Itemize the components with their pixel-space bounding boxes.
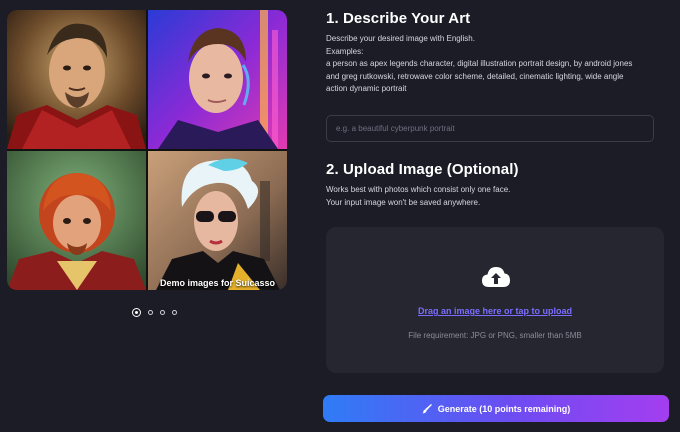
pagination-dot-2[interactable] [148,310,153,315]
upload-heading: 2. Upload Image (Optional) [326,161,519,178]
generate-button-label: Generate (10 points remaining) [437,403,571,414]
demo-image-2 [148,10,287,149]
pagination-dot-1[interactable] [132,308,141,317]
describe-line-5: action dynamic portrait [326,84,407,93]
describe-line-3: a person as apex legends character, digi… [326,59,633,68]
page: Demo images for Suicasso 1. Describe You… [0,0,680,432]
upload-link[interactable]: Drag an image here or tap to upload [326,306,664,316]
describe-instructions: Describe your desired image with English… [326,33,664,96]
upload-line-2: Your input image won't be saved anywhere… [326,197,481,207]
pagination-dot-3[interactable] [160,310,165,315]
demo-caption: Demo images for Suicasso [159,278,275,288]
generate-button[interactable]: Generate (10 points remaining) [323,395,669,422]
cloud-upload-icon [482,267,510,287]
demo-gallery[interactable]: Demo images for Suicasso [7,10,287,290]
demo-image-4: Demo images for Suicasso [148,151,287,290]
describe-line-2: Examples: [326,46,364,56]
prompt-input[interactable] [326,115,654,142]
image-dropzone[interactable]: Drag an image here or tap to upload File… [326,227,664,373]
describe-line-4: and greg rutkowski, retrowave color sche… [326,71,624,81]
demo-image-1 [7,10,146,149]
paintbrush-icon [422,403,432,413]
gallery-pagination [132,308,177,317]
upload-line-1: Works best with photos which consist onl… [326,185,511,194]
describe-heading: 1. Describe Your Art [326,10,471,27]
upload-instructions: Works best with photos which consist onl… [326,184,510,209]
describe-line-1: Describe your desired image with English… [326,34,475,43]
file-requirement: File requirement: JPG or PNG, smaller th… [408,331,582,340]
pagination-dot-4[interactable] [172,310,177,315]
demo-image-3 [7,151,146,290]
